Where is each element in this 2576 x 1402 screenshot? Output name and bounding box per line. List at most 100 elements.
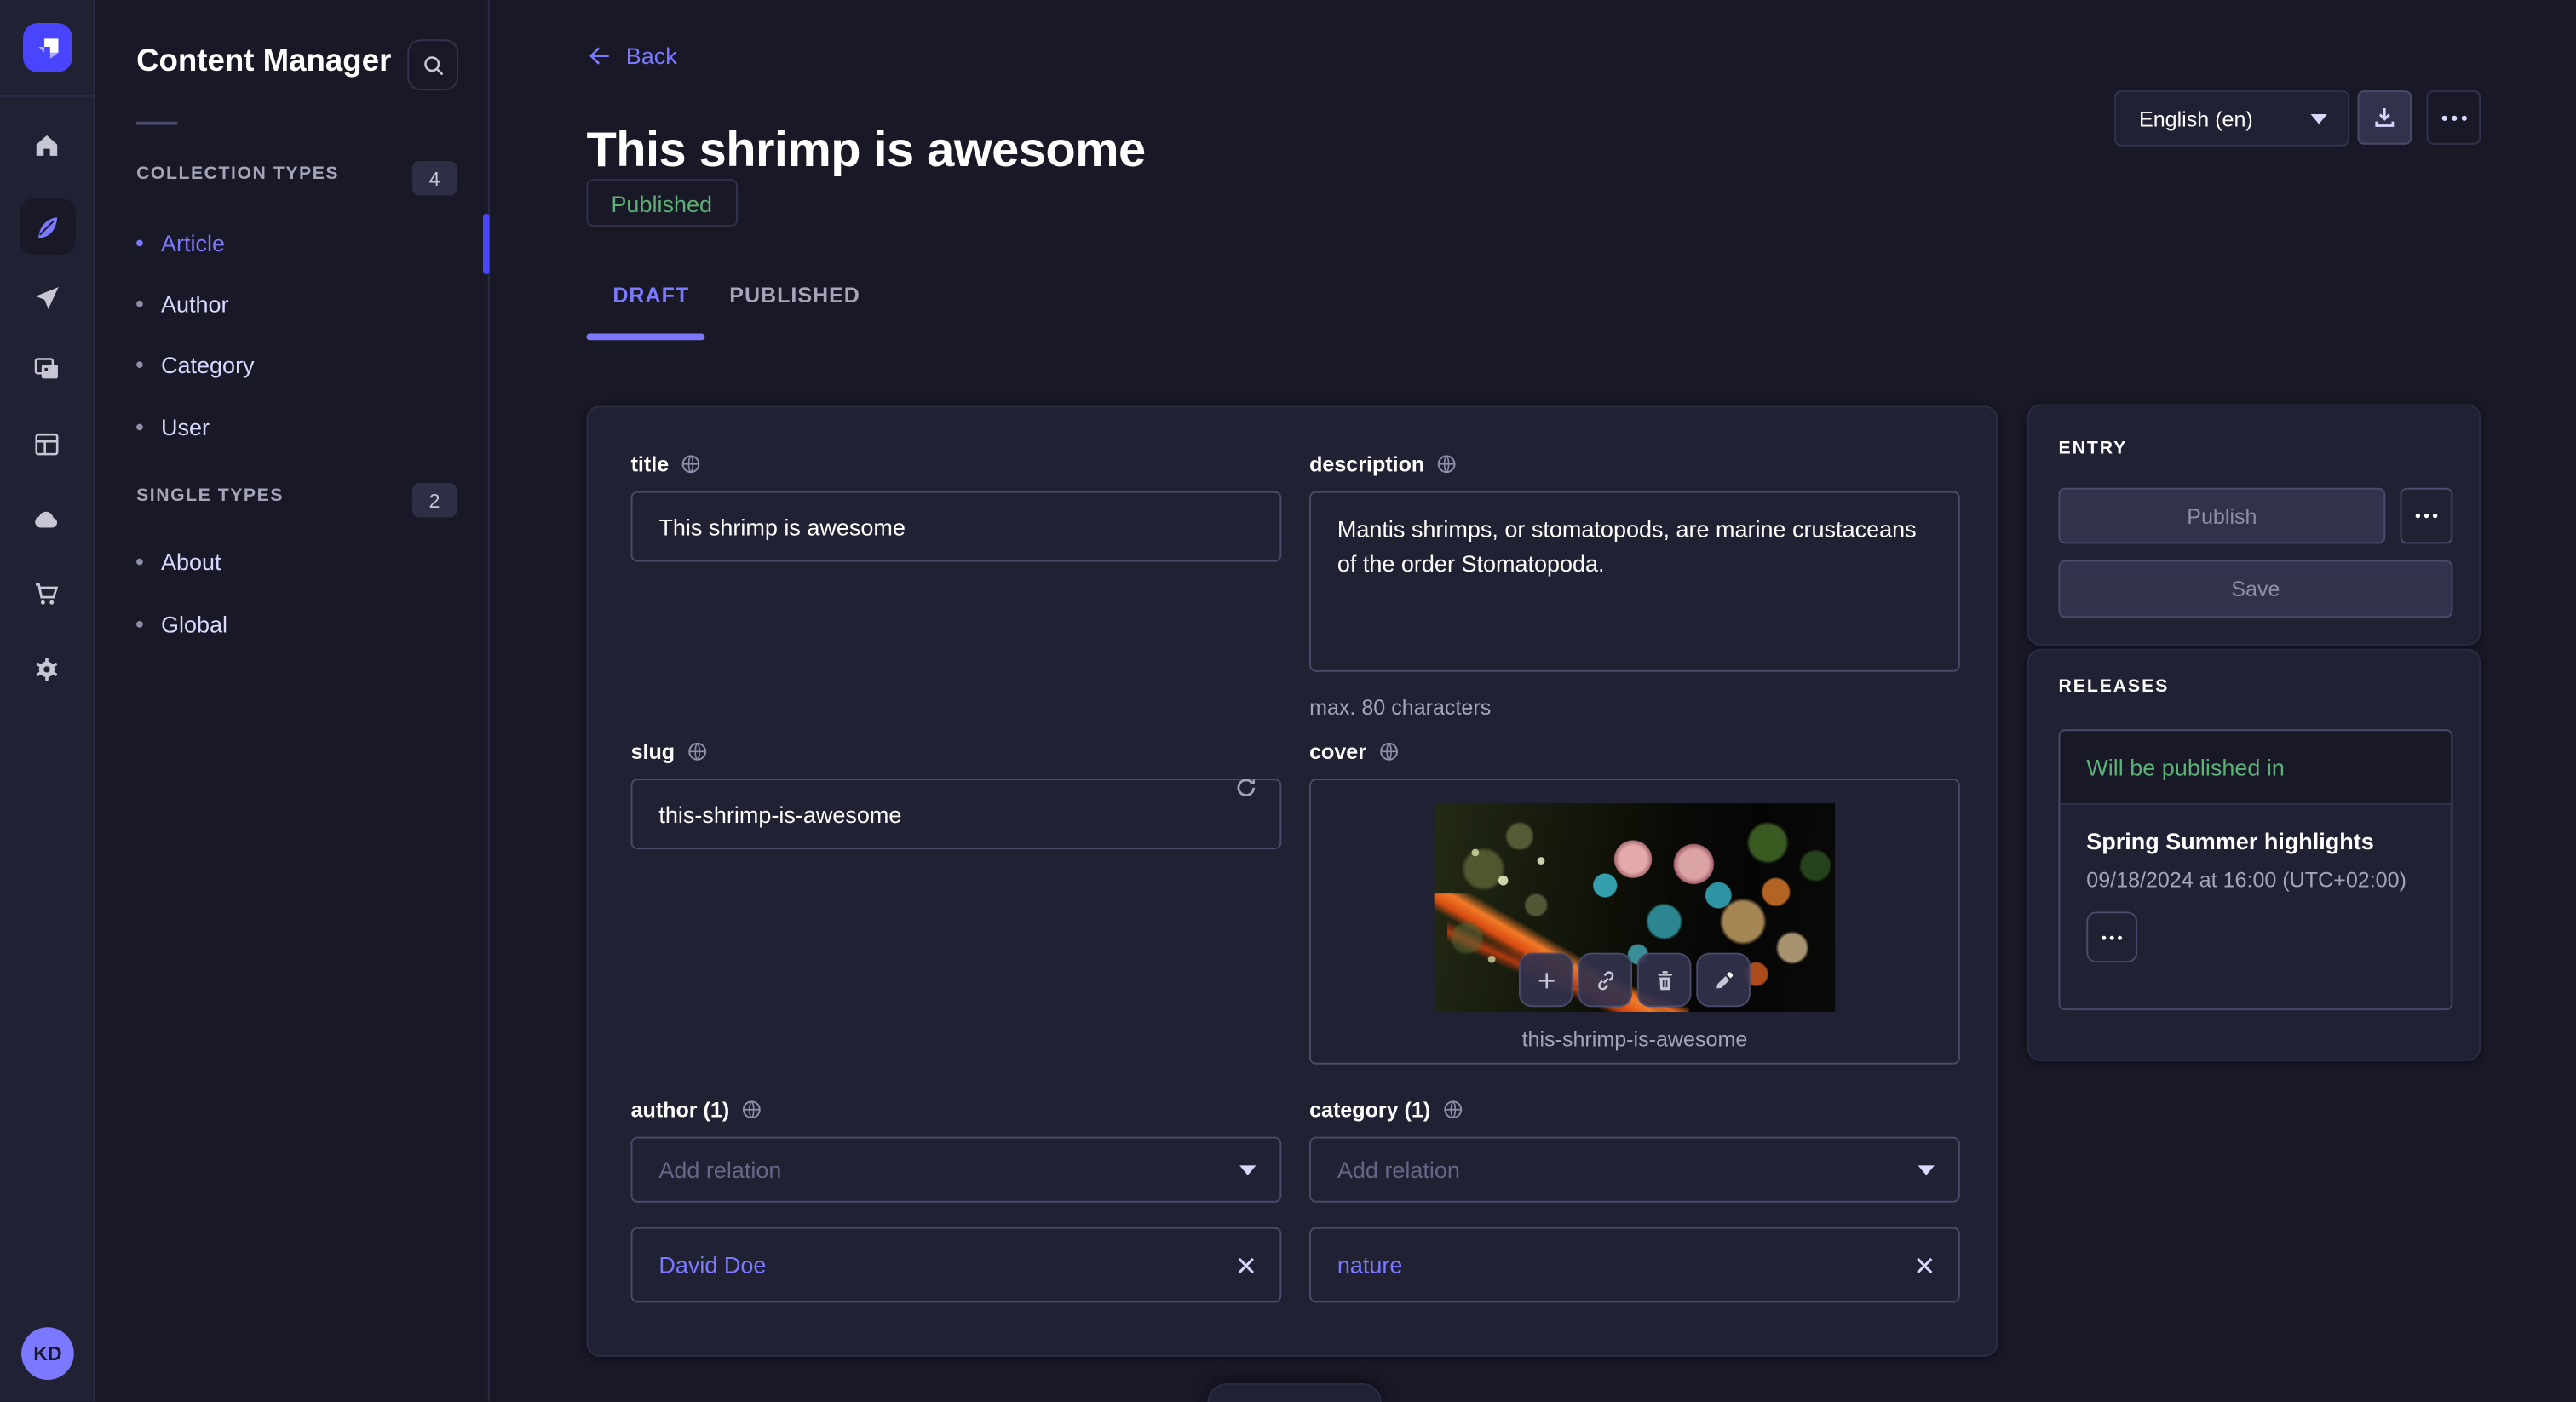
subnav-item-user[interactable]: User [136, 409, 465, 445]
more-dots-icon [2102, 934, 2123, 940]
sidebar-item-home[interactable] [19, 117, 75, 173]
release-name: Spring Summer highlights [2086, 828, 2424, 854]
sidebar-item-transfer[interactable] [19, 269, 75, 325]
release-more-button[interactable] [2086, 911, 2137, 962]
description-textarea[interactable]: Mantis shrimps, or stomatopods, are mari… [1309, 491, 1960, 672]
subnav-item-label: User [161, 414, 210, 440]
bullet-icon [136, 424, 143, 431]
subnav-item-global[interactable]: Global [136, 606, 465, 642]
subnav-item-author[interactable]: Author [136, 286, 465, 322]
cover-edit-button[interactable] [1696, 953, 1751, 1008]
field-author: author (1) Add relation David Doe [631, 1095, 1282, 1302]
header-more-button[interactable] [2426, 90, 2481, 145]
export-button[interactable] [2357, 90, 2412, 145]
subnav-scrollbar-thumb[interactable] [483, 214, 490, 274]
cover-toolbar [1519, 953, 1751, 1008]
cover-copy-link-button[interactable] [1578, 953, 1632, 1008]
rail-divider [0, 95, 94, 97]
strapi-logo[interactable] [23, 23, 72, 72]
search-button[interactable] [407, 39, 458, 90]
arrow-left-icon [586, 43, 612, 69]
field-title: title [631, 450, 1282, 561]
search-icon [420, 52, 446, 78]
field-label-text: cover [1309, 738, 1366, 763]
user-avatar[interactable]: KD [21, 1327, 74, 1380]
cover-caption: this-shrimp-is-awesome [1311, 1026, 1958, 1051]
field-slug: slug [631, 738, 1282, 849]
gear-icon [32, 653, 63, 685]
shopping-cart-icon [32, 577, 63, 609]
field-category: category (1) Add relation nature [1309, 1095, 1960, 1302]
close-icon [1235, 1254, 1256, 1275]
save-button[interactable]: Save [2058, 560, 2452, 618]
subnav-divider [136, 122, 177, 125]
subnav-item-category[interactable]: Category [136, 347, 465, 382]
subnav-item-label: Article [161, 230, 225, 256]
tab-published[interactable]: PUBLISHED [729, 283, 860, 307]
subnav-item-label: About [161, 549, 221, 575]
releases-panel-heading: RELEASES [2058, 677, 2169, 697]
release-body: Spring Summer highlights 09/18/2024 at 1… [2060, 805, 2451, 962]
chevron-down-icon [1239, 1164, 1256, 1175]
release-item-card: Will be published in Spring Summer highl… [2058, 729, 2452, 1010]
cloud-icon [32, 503, 63, 535]
locale-select[interactable]: English (en) [2114, 90, 2349, 147]
remove-relation-button[interactable] [1914, 1254, 1935, 1275]
page-title: This shrimp is awesome [586, 124, 1145, 180]
app-window: KD Content Manager COLLECTION TYPES 4 Ar… [0, 0, 2576, 1401]
entry-panel: ENTRY Publish Save [2027, 404, 2481, 645]
category-relation-item: nature [1309, 1227, 1960, 1303]
plus-icon [1532, 967, 1559, 993]
cover-delete-button[interactable] [1637, 953, 1692, 1008]
single-types-count: 2 [412, 483, 457, 518]
title-input[interactable] [631, 491, 1282, 562]
field-cover: cover [1309, 738, 1960, 1065]
field-label-text: description [1309, 451, 1424, 475]
download-icon [2371, 103, 2399, 131]
relation-placeholder: Add relation [1337, 1157, 1460, 1183]
sidebar-item-content-manager[interactable] [19, 198, 75, 255]
sidebar-item-deploy[interactable] [19, 491, 75, 548]
home-icon [32, 129, 63, 160]
back-link[interactable]: Back [586, 43, 676, 69]
author-relation-combobox[interactable]: Add relation [631, 1137, 1282, 1203]
subnav-item-article[interactable]: Article [136, 225, 465, 261]
sidebar-item-marketplace[interactable] [19, 565, 75, 621]
entry-panel-heading: ENTRY [2058, 439, 2127, 458]
entry-more-button[interactable] [2401, 488, 2453, 544]
entry-form-card: title description Mantis shrimps, or sto… [586, 405, 1998, 1357]
subnav-item-about[interactable]: About [136, 543, 465, 579]
feather-icon [32, 211, 63, 243]
subnav-item-label: Category [161, 352, 255, 378]
regenerate-slug-button[interactable] [1230, 772, 1260, 802]
sidebar-item-media-library[interactable] [19, 340, 75, 396]
scrolled-component-button-partial[interactable] [1207, 1383, 1381, 1402]
globe-icon [1377, 740, 1399, 761]
cover-add-button[interactable] [1519, 953, 1573, 1008]
tab-draft[interactable]: DRAFT [612, 283, 689, 307]
chevron-down-icon [1918, 1164, 1935, 1175]
publish-button[interactable]: Publish [2058, 488, 2385, 544]
subnav-title: Content Manager [136, 44, 391, 80]
sidebar-item-settings[interactable] [19, 641, 75, 697]
globe-icon [1436, 452, 1458, 474]
relation-placeholder: Add relation [658, 1157, 781, 1183]
remove-relation-button[interactable] [1235, 1254, 1256, 1275]
field-description: description Mantis shrimps, or stomatopo… [1309, 450, 1960, 719]
status-badge: Published [586, 179, 736, 227]
sidebar-item-content-type-builder[interactable] [19, 416, 75, 472]
cover-field-label: cover [1309, 738, 1960, 764]
refresh-icon [1231, 773, 1259, 801]
collection-types-count: 4 [412, 161, 457, 195]
release-status: Will be published in [2060, 731, 2451, 805]
relation-link[interactable]: nature [1337, 1252, 1403, 1278]
more-dots-icon [2441, 114, 2467, 121]
subnav-item-label: Author [161, 290, 229, 317]
globe-icon [681, 452, 702, 474]
relation-link[interactable]: David Doe [658, 1252, 766, 1278]
media-library-icon [32, 353, 63, 384]
back-label: Back [626, 43, 677, 69]
category-relation-combobox[interactable]: Add relation [1309, 1137, 1960, 1203]
slug-input[interactable] [631, 779, 1282, 849]
description-hint: max. 80 characters [1309, 695, 1960, 720]
